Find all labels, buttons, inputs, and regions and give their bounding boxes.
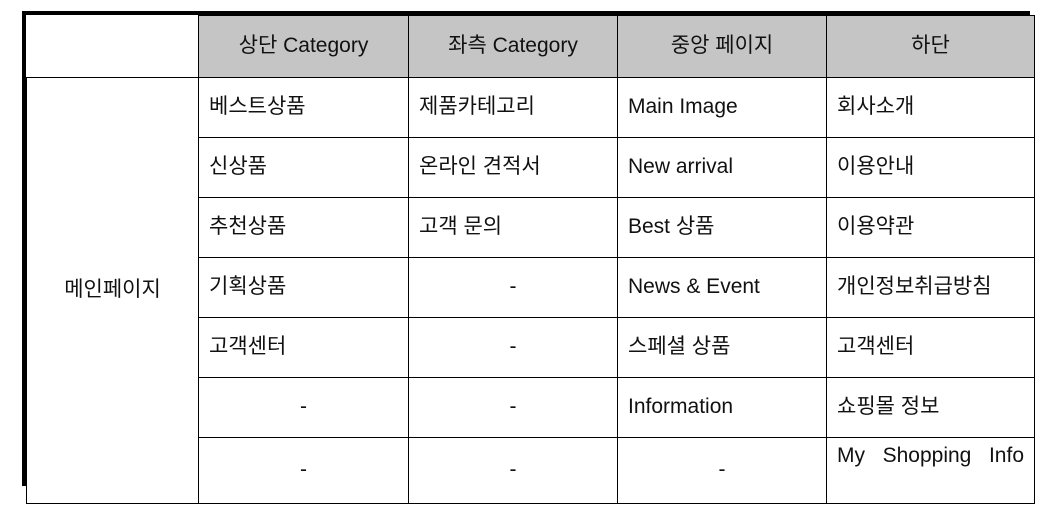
cell-center-page-6: Information <box>617 377 827 438</box>
column-header-left-category: 좌측 Category <box>408 15 618 78</box>
cell-top-category-1: 베스트상품 <box>198 77 409 138</box>
cell-center-page-2: New arrival <box>617 137 827 198</box>
cell-left-category-3: 고객 문의 <box>408 197 618 258</box>
cell-top-category-2: 신상품 <box>198 137 409 198</box>
cell-left-category-4: - <box>408 257 618 318</box>
cell-left-category-2: 온라인 견적서 <box>408 137 618 198</box>
page-root: 상단 Category 좌측 Category 중앙 페이지 하단 메인페이지 … <box>0 0 1045 514</box>
cell-left-category-7: - <box>408 437 618 504</box>
cell-bottom-7: My Shopping Info <box>826 437 1035 504</box>
cell-bottom-5: 고객센터 <box>826 317 1035 378</box>
cell-center-page-1: Main Image <box>617 77 827 138</box>
cell-top-category-7: - <box>198 437 409 504</box>
cell-top-category-4: 기획상품 <box>198 257 409 318</box>
main-page-structure-table: 상단 Category 좌측 Category 중앙 페이지 하단 메인페이지 … <box>26 15 1035 504</box>
cell-center-page-7: - <box>617 437 827 504</box>
column-header-center-page: 중앙 페이지 <box>617 15 827 78</box>
table-body: 메인페이지 베스트상품 제품카테고리 Main Image 회사소개 신상품 온… <box>26 77 1035 504</box>
cell-top-category-3: 추천상품 <box>198 197 409 258</box>
cell-bottom-3: 이용약관 <box>826 197 1035 258</box>
cell-bottom-1: 회사소개 <box>826 77 1035 138</box>
header-row: 상단 Category 좌측 Category 중앙 페이지 하단 <box>26 15 1035 78</box>
cell-top-category-6: - <box>198 377 409 438</box>
cell-center-page-5: 스페셜 상품 <box>617 317 827 378</box>
header-corner-blank <box>26 15 199 78</box>
cell-bottom-4: 개인정보취급방침 <box>826 257 1035 318</box>
column-header-bottom: 하단 <box>826 15 1035 78</box>
cell-left-category-1: 제품카테고리 <box>408 77 618 138</box>
table-row: 메인페이지 베스트상품 제품카테고리 Main Image 회사소개 <box>26 77 1035 504</box>
cell-center-page-4: News & Event <box>617 257 827 318</box>
column-header-top-category: 상단 Category <box>198 15 409 78</box>
cell-center-page-3: Best 상품 <box>617 197 827 258</box>
structure-table-frame: 상단 Category 좌측 Category 중앙 페이지 하단 메인페이지 … <box>22 11 1035 504</box>
table-header: 상단 Category 좌측 Category 중앙 페이지 하단 <box>26 15 1035 78</box>
cell-left-category-5: - <box>408 317 618 378</box>
cell-left-category-6: - <box>408 377 618 438</box>
cell-bottom-2: 이용안내 <box>826 137 1035 198</box>
row-label-main-page: 메인페이지 <box>26 77 199 504</box>
cell-bottom-6: 쇼핑몰 정보 <box>826 377 1035 438</box>
cell-top-category-5: 고객센터 <box>198 317 409 378</box>
